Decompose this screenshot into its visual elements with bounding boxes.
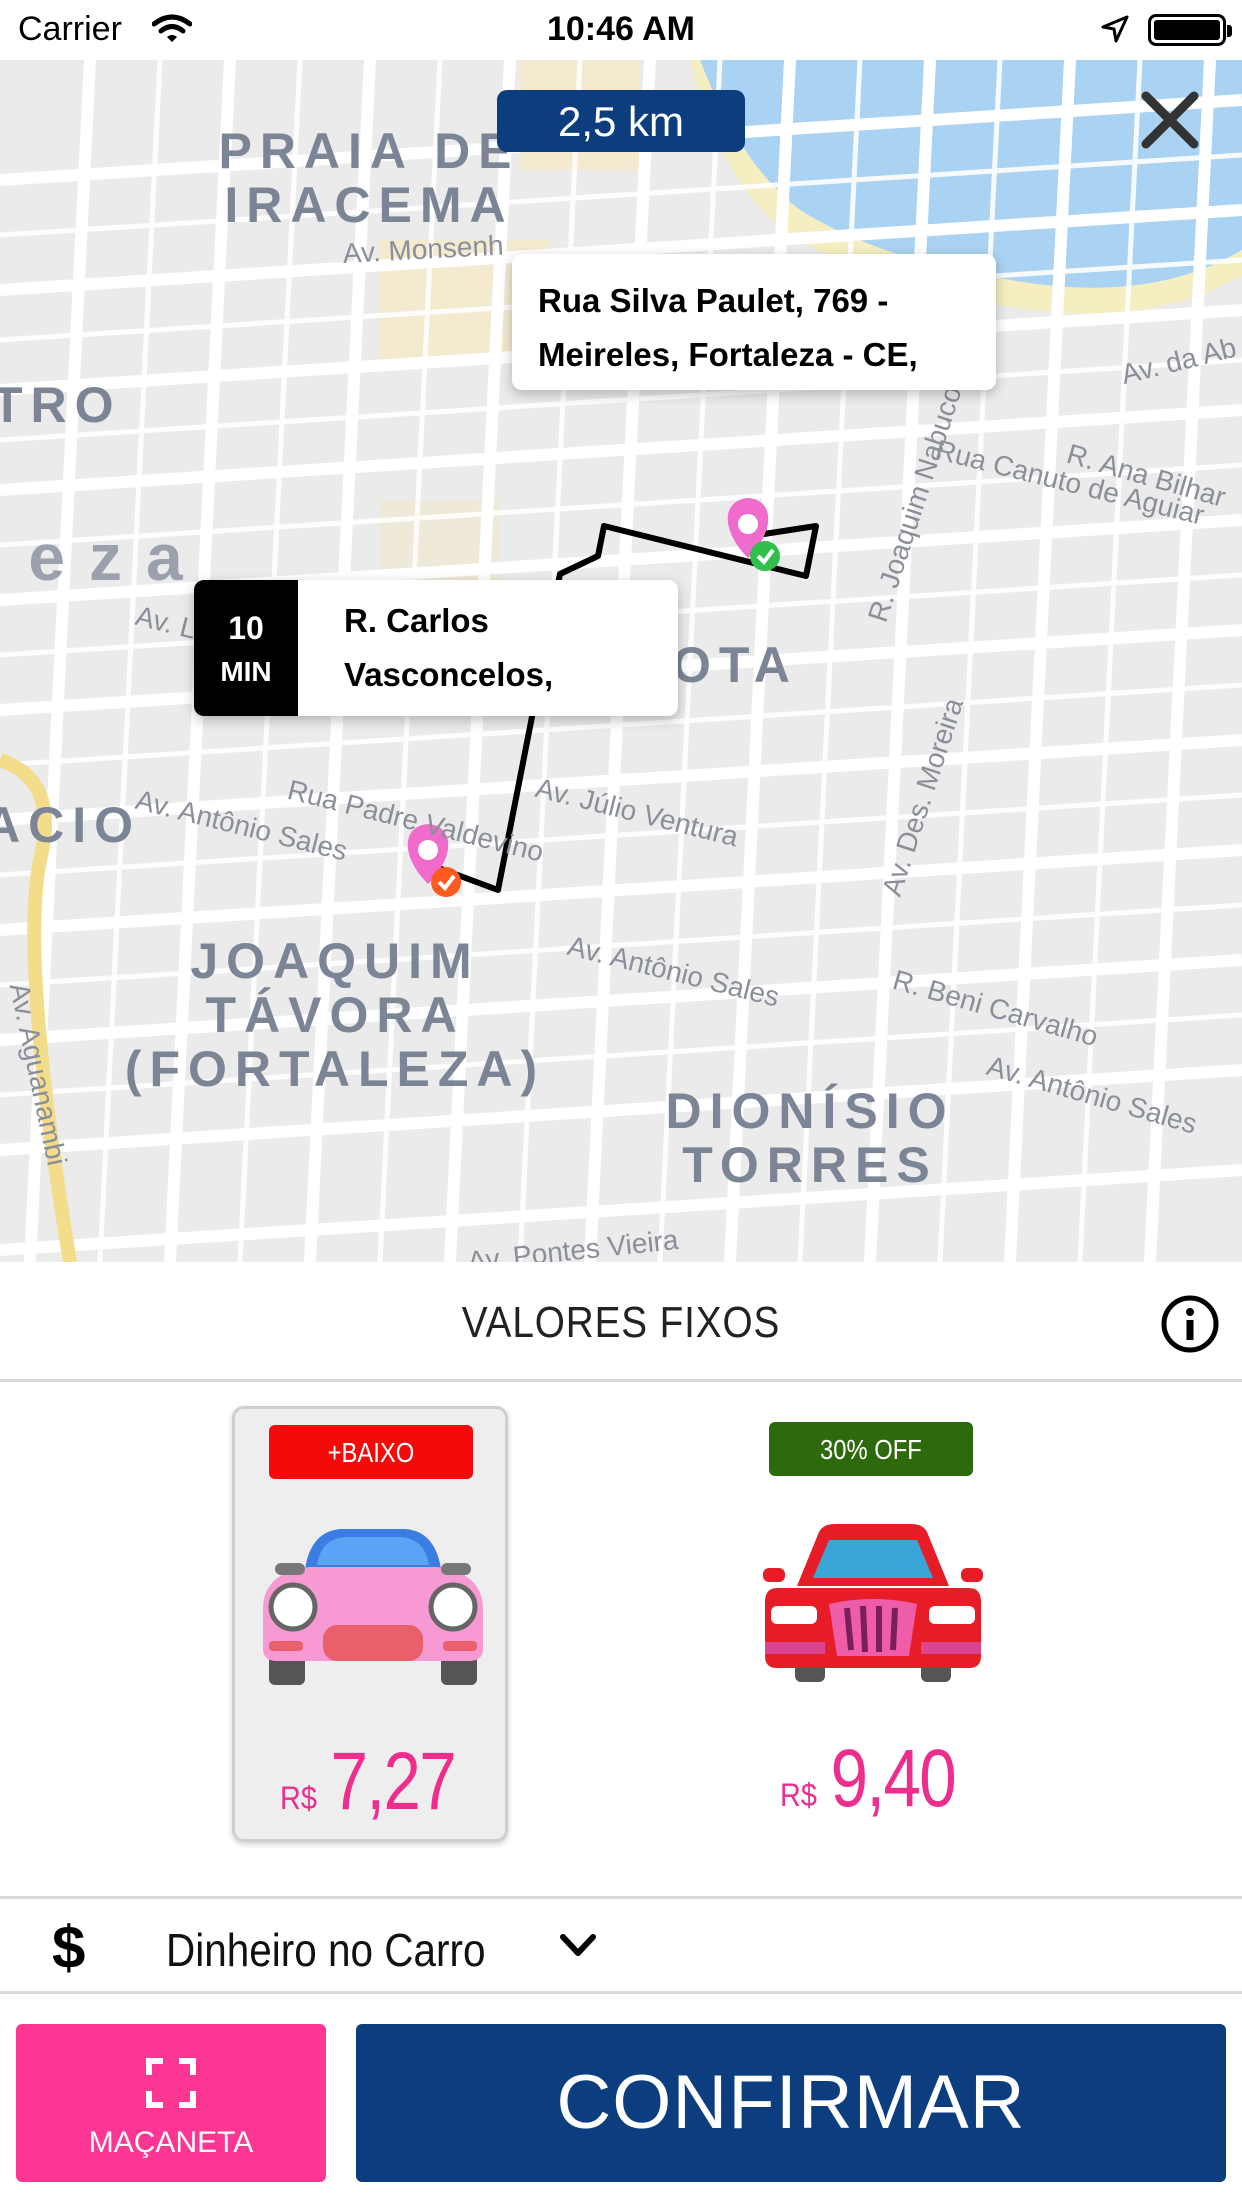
chevron-down-icon[interactable] <box>558 1931 598 1961</box>
currency-label: R$ <box>779 1777 817 1813</box>
fare-price: R$ 9,40 <box>735 1732 1011 1826</box>
info-icon[interactable] <box>1160 1294 1220 1354</box>
origin-address: R. Carlos Vasconcelos, <box>344 602 554 693</box>
location-arrow-icon <box>1101 15 1129 43</box>
confirm-button[interactable]: CONFIRMAR <box>356 2024 1226 2182</box>
price-value: 9,40 <box>830 1733 957 1824</box>
payment-method-selector[interactable]: $ Dinheiro no Carro <box>0 1896 1242 1994</box>
close-icon[interactable] <box>1138 88 1202 152</box>
dollar-icon: $ <box>52 1914 86 1981</box>
red-car-icon <box>763 1524 983 1682</box>
panel-title: VALORES FIXOS <box>461 1298 781 1347</box>
distance-badge: 2,5 km <box>497 90 745 152</box>
fare-badge: +BAIXO <box>269 1425 473 1479</box>
area-label: TRO <box>0 377 122 433</box>
payment-method-label: Dinheiro no Carro <box>166 1924 486 1976</box>
fare-option-lowest[interactable]: +BAIXO R$ 7,27 <box>232 1406 508 1842</box>
battery-icon <box>1148 14 1232 46</box>
area-label: JOAQUIM TÁVORA (FORTALEZA) <box>124 933 546 1097</box>
origin-callout[interactable]: 10 MIN R. Carlos Vasconcelos, <box>194 580 678 716</box>
area-label: OTA <box>672 637 798 693</box>
scan-frame-icon <box>146 2058 196 2108</box>
fare-price: R$ 7,27 <box>235 1735 511 1829</box>
panel-header: VALORES FIXOS <box>0 1262 1242 1382</box>
pink-car-icon <box>263 1529 483 1685</box>
area-label: leza <box>0 520 207 594</box>
route-map[interactable]: PRAIA DE IRACEMA TRO leza OTA ACIO JOAQU… <box>0 60 1242 1262</box>
eta-number: 10 <box>228 610 264 646</box>
door-handle-scan-button[interactable]: MAÇANETA <box>16 2024 326 2182</box>
eta-unit: MIN <box>220 656 272 687</box>
fare-option-discount[interactable]: 30% OFF R$ 9,40 <box>735 1406 1011 1842</box>
area-label: ACIO <box>0 797 141 853</box>
currency-label: R$ <box>279 1780 317 1816</box>
eta-badge: 10 MIN <box>194 580 298 716</box>
status-bar: Carrier 10:46 AM <box>0 0 1242 60</box>
price-value: 7,27 <box>330 1736 457 1827</box>
destination-callout[interactable]: Rua Silva Paulet, 769 - Meireles, Fortal… <box>512 254 996 390</box>
area-label: DIONÍSIO TORRES <box>665 1083 955 1193</box>
fare-badge: 30% OFF <box>769 1422 973 1476</box>
door-handle-label: MAÇANETA <box>88 2126 254 2159</box>
area-label: PRAIA DE IRACEMA <box>218 123 520 233</box>
status-time: 10:46 AM <box>546 10 696 48</box>
destination-address: Rua Silva Paulet, 769 - Meireles, Fortal… <box>538 282 918 373</box>
